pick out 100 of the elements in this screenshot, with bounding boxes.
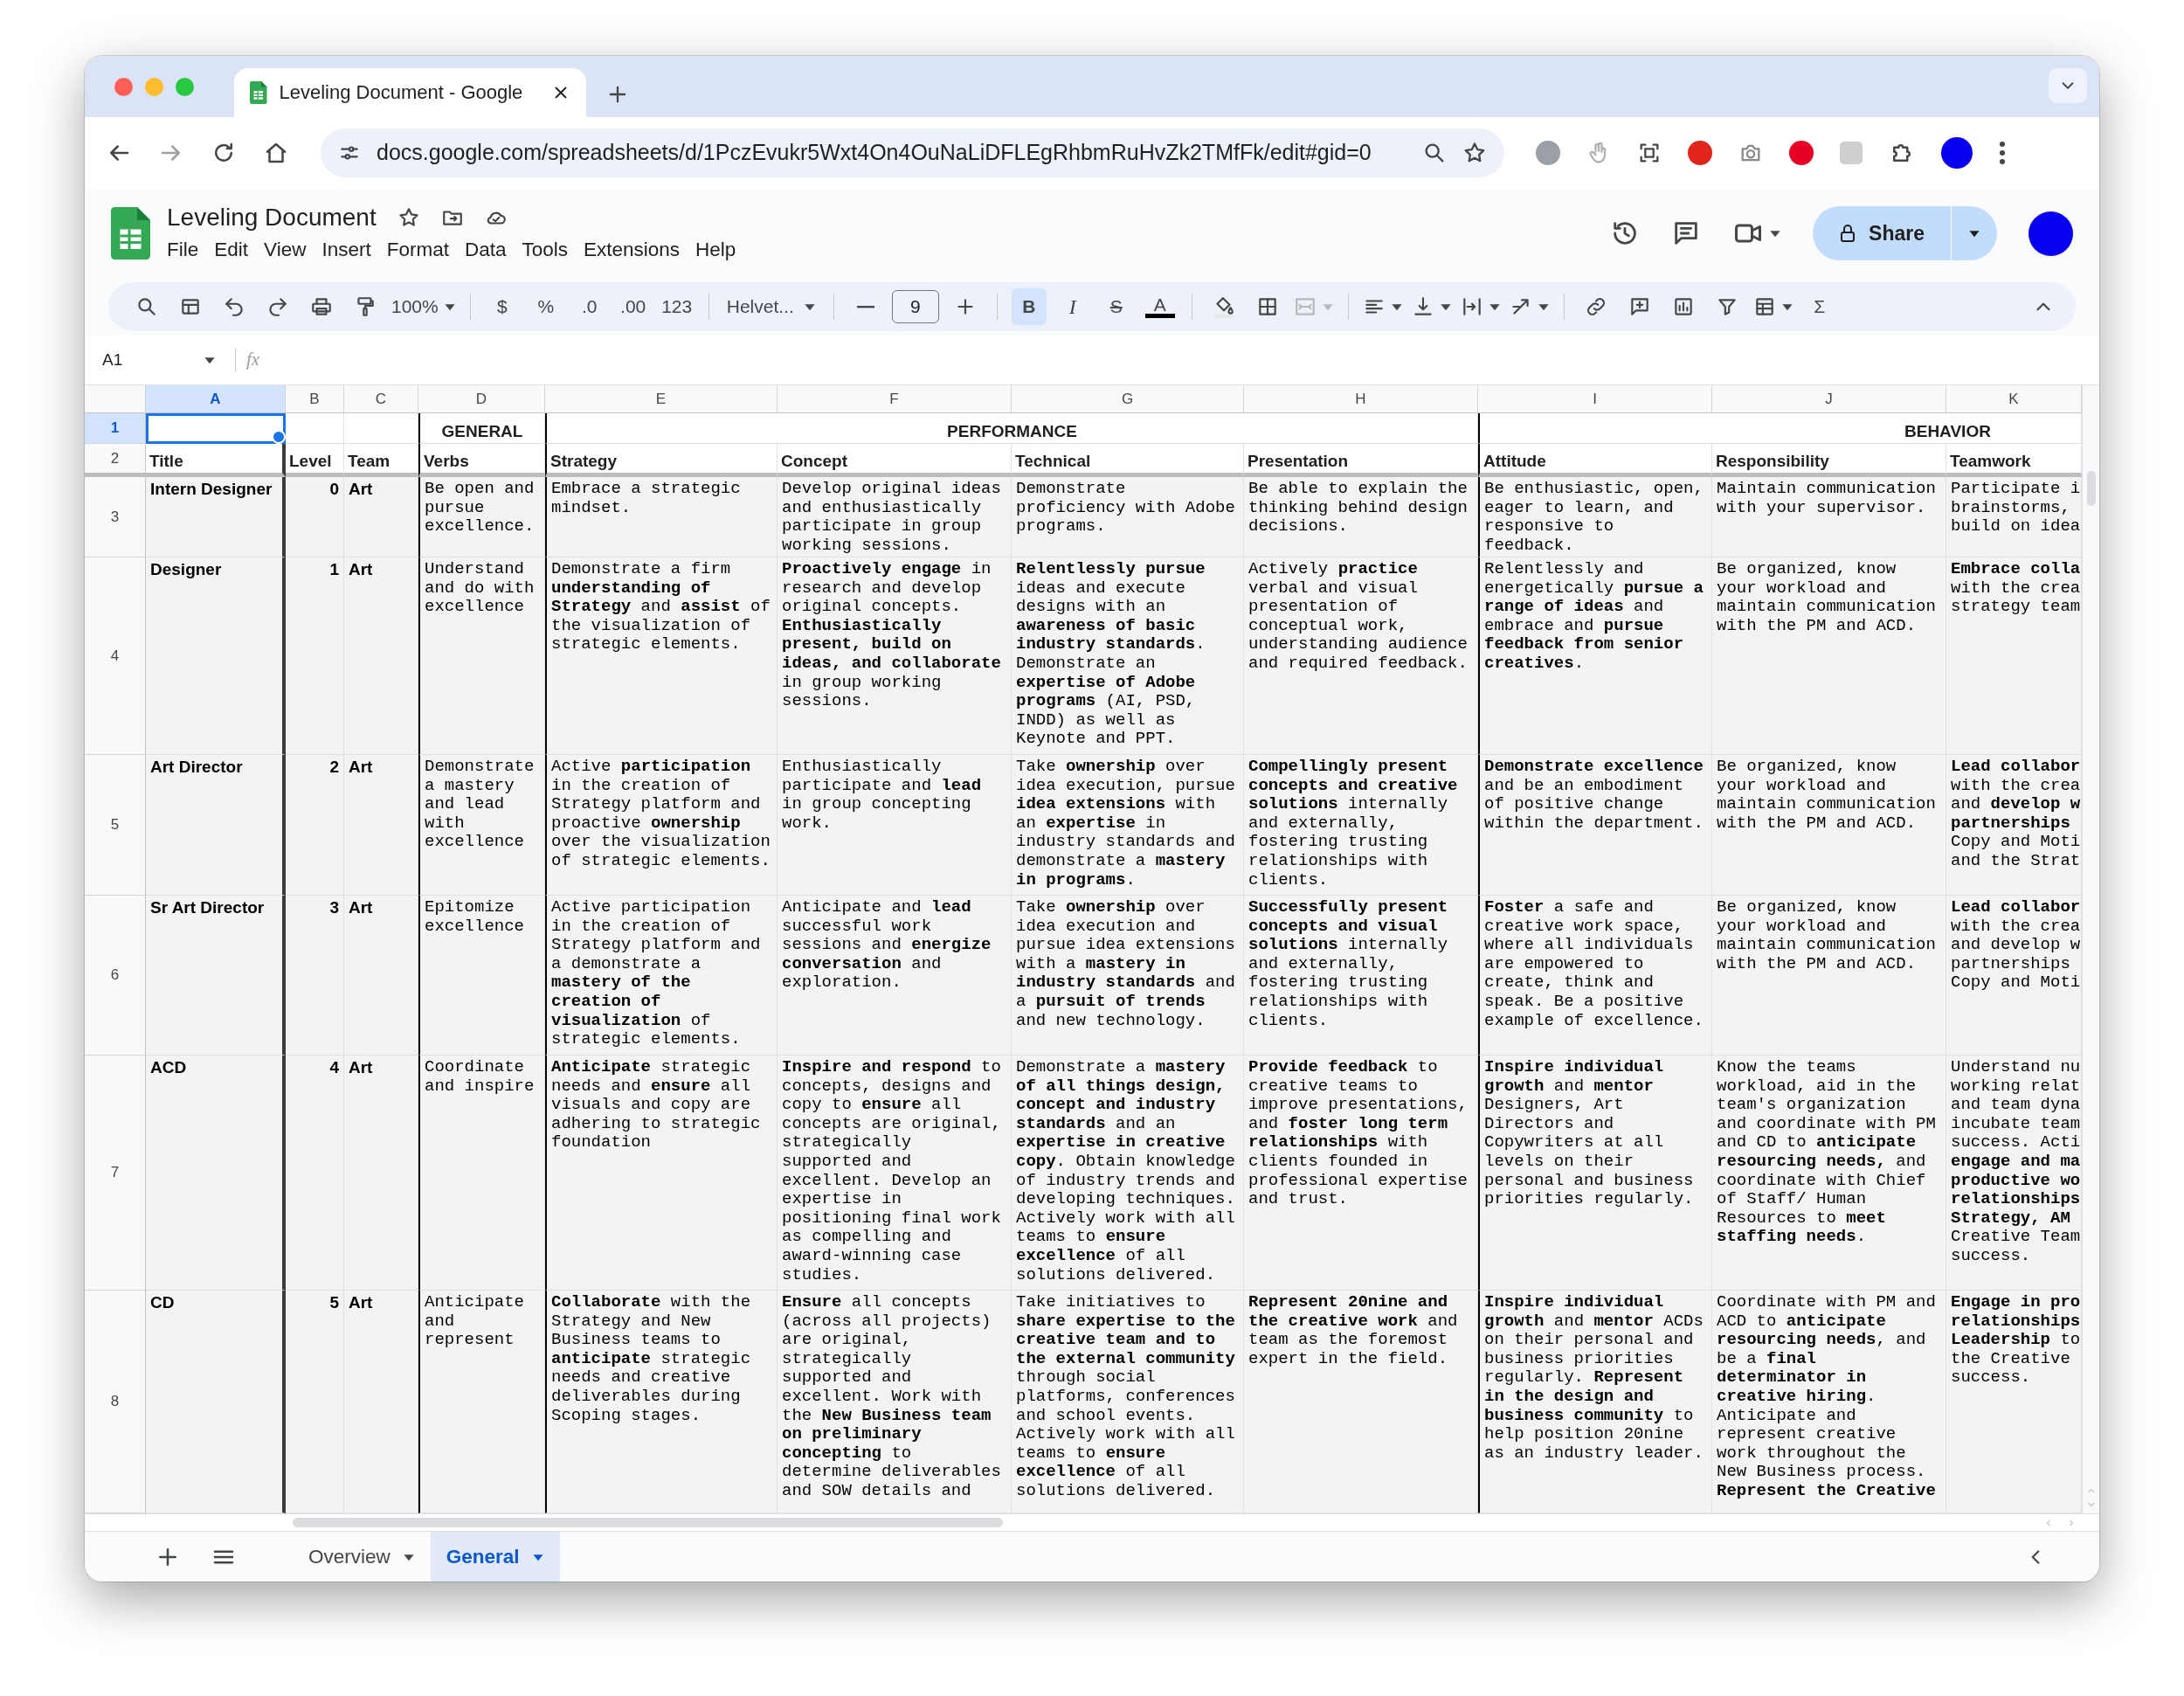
browser-tab[interactable]: Leveling Document - Google: [234, 68, 586, 117]
table-cell: Compellingly present concepts and creative solutions internally and externally, fostering trusting relationships with clients.: [1244, 755, 1478, 896]
favicon-icon: [250, 81, 267, 104]
column-header[interactable]: I: [1478, 385, 1712, 413]
table-cell: Intern Designer: [146, 477, 286, 557]
undo-icon: [223, 295, 245, 318]
column-header[interactable]: A: [146, 385, 286, 413]
column-header[interactable]: B: [286, 385, 344, 413]
currency-button[interactable]: $: [484, 288, 520, 325]
table-cell: Be organized, know your workload and maintain communication with the PM and ACD.: [1712, 896, 1946, 1056]
decrease-decimals-button[interactable]: .0: [571, 288, 607, 325]
table-cell: Anticipate and lead successful work sessions and energize conversation and exploration.: [778, 896, 1012, 1056]
menu-item[interactable]: Help: [688, 237, 743, 263]
table-cell: Anticipate strategic needs and ensure all visuals and copy are adhering to strategic foundation: [545, 1056, 778, 1291]
table-cell: Active participation in the creation of Strategy platform and proactive ownership over the visualization of strategic elements.: [545, 755, 778, 896]
sheets-logo[interactable]: [111, 207, 150, 260]
fill-handle[interactable]: [272, 430, 286, 444]
more-icon[interactable]: [1999, 140, 2006, 165]
number-format-button[interactable]: 123: [659, 288, 695, 325]
table-cell: Designer: [146, 557, 286, 755]
italic-button[interactable]: I: [1054, 288, 1090, 325]
scrollbar-thumb[interactable]: [293, 1518, 1003, 1527]
scrollbar-thumb[interactable]: [2086, 471, 2096, 506]
table-cell: Provide feedback to creative teams to improve presentations, and foster long term relationships with clients founded in professional expertise and trust.: [1244, 1056, 1478, 1291]
functions-button[interactable]: Σ: [1801, 288, 1837, 325]
row-header[interactable]: 7: [85, 1056, 146, 1291]
merge-icon: [1293, 295, 1317, 318]
table-cell: Be able to explain the thinking behind design decisions.: [1244, 477, 1478, 557]
font-dropdown[interactable]: Helvet...: [722, 288, 819, 325]
cell-selection[interactable]: [146, 413, 286, 444]
row-header[interactable]: 8: [85, 1291, 146, 1513]
table-cell: 3: [286, 896, 344, 1056]
decrease-size-icon: [856, 305, 874, 308]
table-cell: Be organized, know your workload and maintain communication with the PM and ACD.: [1712, 557, 1946, 755]
sheet-tab[interactable]: General: [430, 1532, 560, 1582]
column-header[interactable]: F: [778, 385, 1012, 413]
row-header[interactable]: 3: [85, 477, 146, 557]
share-button[interactable]: Share: [1813, 206, 1997, 260]
table-cell: Be enthusiastic, open, eager to learn, and responsive to feedback.: [1478, 477, 1712, 557]
extension-icon[interactable]: [1688, 140, 1712, 165]
star-icon[interactable]: [397, 206, 420, 229]
fill-color-icon: [1212, 295, 1235, 318]
table-cell: Know the teams workload, aid in the team's organization and coordinate with PM and CD to anticipate resourcing needs, and coordinate with Chief of Staff/ Human Resources to meet staffing needs.: [1712, 1056, 1946, 1291]
column-header[interactable]: D: [418, 385, 545, 413]
table-cell: Take initiatives to share expertise to the creative team and to the external community through social platforms, conferences and school events. Actively work with all teams to ensure excellence of all solutions delivered.: [1012, 1291, 1244, 1513]
row-header[interactable]: 6: [85, 896, 146, 1056]
profile-avatar[interactable]: [1941, 136, 1973, 169]
bold-button[interactable]: B: [1011, 288, 1047, 325]
empty-cell: [286, 413, 344, 444]
table-cell: Art Director: [146, 755, 286, 896]
sheet-tab[interactable]: Overview: [293, 1532, 431, 1582]
account-avatar[interactable]: [2028, 211, 2073, 256]
table-cell: Maintain communication with your supervisor.: [1712, 477, 1946, 557]
table-cell: Understand nu working relat and team dyna incubate team success. Acti engage and ma productive wo relationships Strategy, AM Creative Team success.: [1946, 1056, 2082, 1291]
row-header[interactable]: 5: [85, 755, 146, 896]
column-header[interactable]: K: [1946, 385, 2082, 413]
table-cell: Embrace colla with the crea strategy team: [1946, 557, 2082, 755]
table-cell: Demonstrate excellence and be an embodiment of positive change within the department.: [1478, 755, 1712, 896]
extension-icon[interactable]: [1536, 140, 1560, 165]
table-cell: Demonstrate a mastery of all things design, concept and industry standards and an expertise in creative copy. Obtain knowledge of industry trends and developing techniques. Actively work with all teams to ensure excellence of all solutions delivered.: [1012, 1056, 1244, 1291]
document-title[interactable]: Leveling Document: [167, 204, 377, 232]
table-cell: Inspire individual growth and mentor Designers, Art Directors and Copywriters at all levels on their personal and business priorities regularly.: [1478, 1056, 1712, 1291]
row-header[interactable]: 1: [85, 413, 146, 444]
column-header[interactable]: C: [344, 385, 418, 413]
strikethrough-button[interactable]: S: [1098, 288, 1134, 325]
table-cell: Demonstrate a firm understanding of Strategy and assist of the visualization of strategic elements.: [545, 557, 778, 755]
column-header[interactable]: J: [1712, 385, 1946, 413]
menu-item[interactable]: Insert: [314, 237, 378, 263]
zoom-dropdown[interactable]: 100%: [391, 288, 456, 325]
search-icon: [135, 295, 158, 318]
table-cell: Engage in pro relationships Leadership to the Creative success.: [1946, 1291, 2082, 1513]
menu-item[interactable]: Tools: [515, 237, 576, 263]
menu-item[interactable]: Data: [457, 237, 514, 263]
name-box[interactable]: A1: [102, 350, 225, 370]
table-cell: Epitomize excellence: [418, 896, 545, 1056]
row-header[interactable]: 2: [85, 444, 146, 477]
column-header[interactable]: G: [1012, 385, 1244, 413]
percent-button[interactable]: %: [528, 288, 563, 325]
menu-item[interactable]: Extensions: [577, 237, 688, 263]
row-header[interactable]: 4: [85, 557, 146, 755]
column-header[interactable]: E: [545, 385, 778, 413]
menu-item[interactable]: Edit: [207, 237, 256, 263]
table-cell: CD: [146, 1291, 286, 1513]
text-color-button[interactable]: A: [1142, 288, 1178, 325]
address-bar[interactable]: docs.google.com/spreadsheets/d/1PczEvukr5Wxt4On4OuNaLiDFLEgRhbmRuHvZk2TMfFk/edit#gid=0: [321, 128, 1504, 177]
table-cell: 1: [286, 557, 344, 755]
group-header: PERFORMANCE: [545, 413, 1478, 444]
menu-item[interactable]: View: [257, 237, 314, 263]
menu-item[interactable]: Format: [379, 237, 456, 263]
table-cell: Foster a safe and creative work space, where all individuals are empowered to create, think and speak. Be a positive example of excellence.: [1478, 896, 1712, 1056]
table-cell: Art: [344, 477, 418, 557]
table-cell: Participate i brainstorms, build on idea: [1946, 477, 2082, 557]
extension-icon[interactable]: [1789, 140, 1814, 165]
table-cell: Anticipate and represent: [418, 1291, 545, 1513]
increase-decimals-button[interactable]: .00: [615, 288, 651, 325]
font-size-field[interactable]: 9: [891, 290, 939, 323]
column-header[interactable]: H: [1244, 385, 1478, 413]
table-cell: Proactively engage in research and develop original concepts. Enthusiastically present, build on ideas, and collaborate in group working sessions.: [778, 557, 1012, 755]
group-header: BEHAVIOR: [1478, 413, 2082, 444]
menu-item[interactable]: File: [160, 237, 206, 263]
